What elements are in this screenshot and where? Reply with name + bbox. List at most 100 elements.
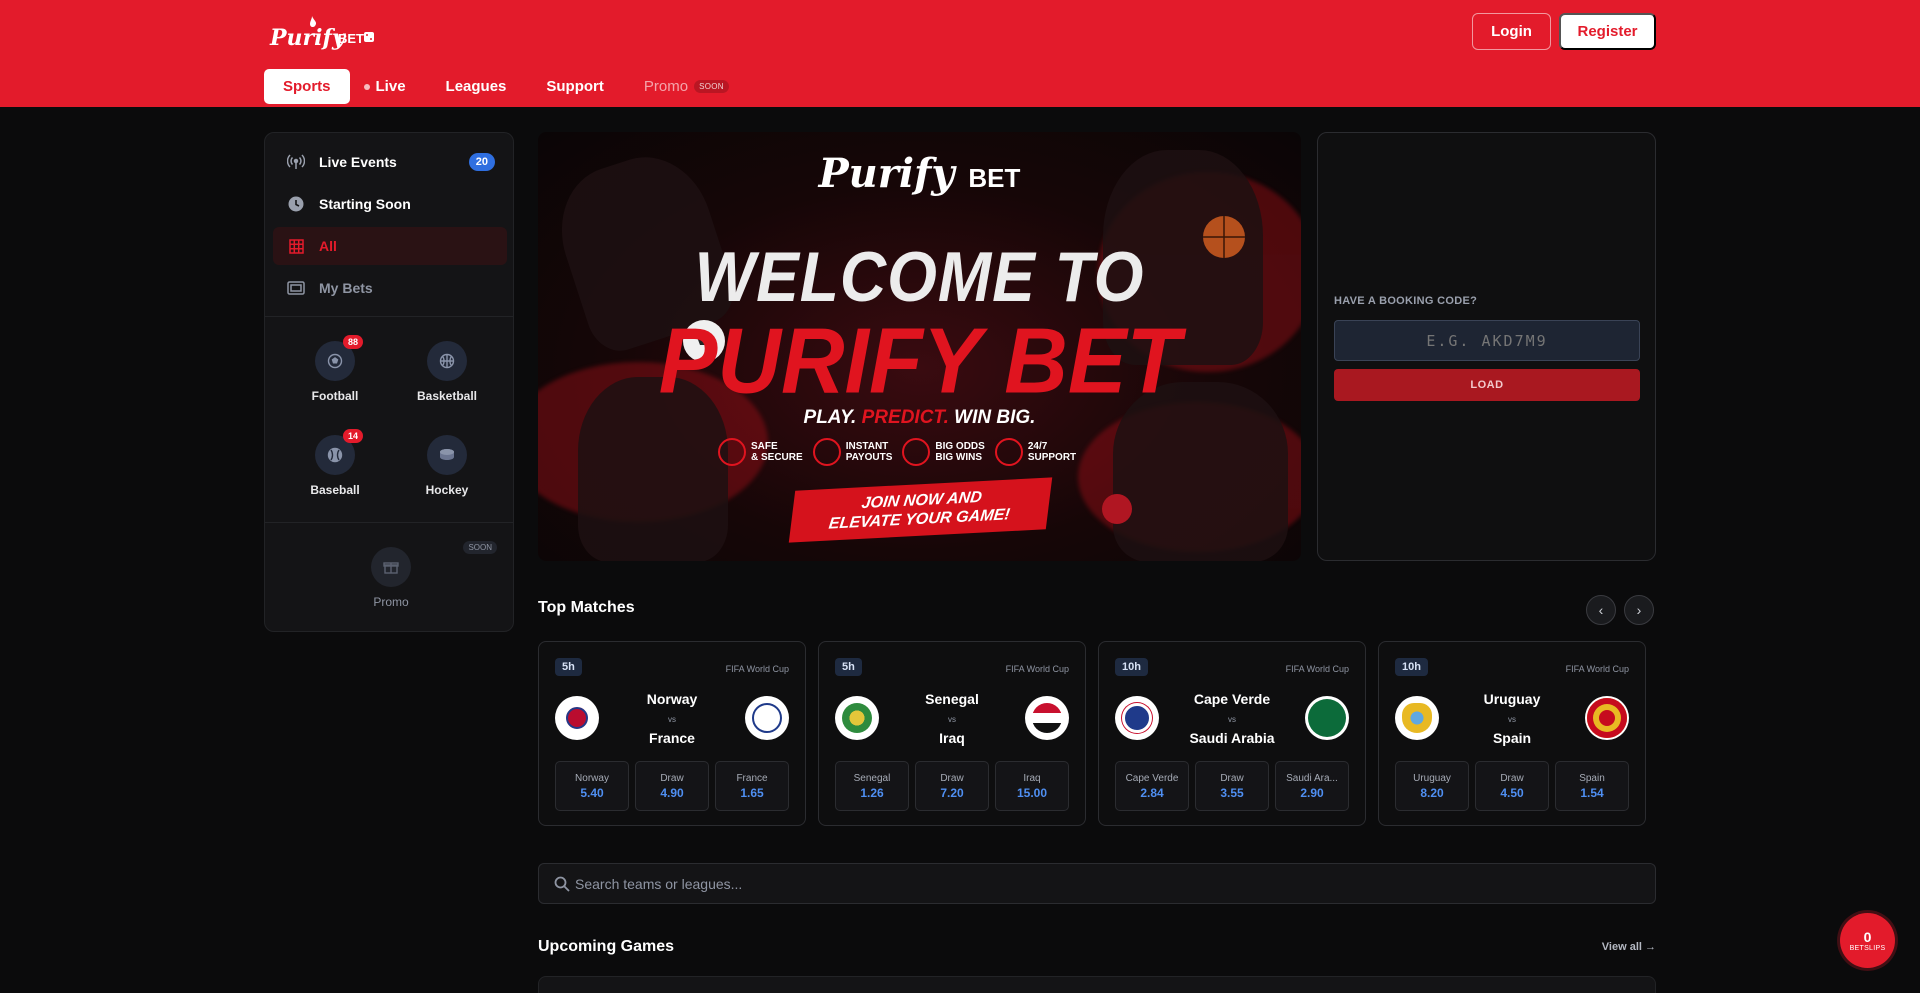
odds-label: Senegal xyxy=(853,772,891,784)
chevron-right-icon: › xyxy=(1636,602,1642,618)
banner-welcome-text: WELCOME TO xyxy=(694,237,1145,317)
odds-row: Norway 5.40 Draw 4.90 France 1.65 xyxy=(555,761,789,811)
odds-label: Saudi Ara... xyxy=(1286,772,1338,784)
odds-value: 4.90 xyxy=(660,785,684,800)
betslip-count: 0 xyxy=(1863,928,1872,945)
feature-odds: BIG ODDS BIG WINS xyxy=(902,438,985,466)
sidebar-item-label: Live Events xyxy=(319,154,397,170)
odds-label: Draw xyxy=(940,772,964,784)
match-league: FIFA World Cup xyxy=(1565,664,1629,674)
odds-label: Uruguay xyxy=(1413,772,1451,784)
match-card[interactable]: 5h FIFA World Cup Senegal vs Iraq Senega… xyxy=(818,641,1086,826)
betslip-button[interactable]: 0 BETSLIPS xyxy=(1840,913,1895,968)
odds-row: Uruguay 8.20 Draw 4.50 Spain 1.54 xyxy=(1395,761,1629,811)
odds-button[interactable]: Norway 5.40 xyxy=(555,761,629,811)
away-team: Spain xyxy=(1492,730,1532,746)
match-card[interactable]: 10h FIFA World Cup Cape Verde vs Saudi A… xyxy=(1098,641,1366,826)
odds-button[interactable]: Spain 1.54 xyxy=(1555,761,1629,811)
sport-promo[interactable]: Promo xyxy=(341,547,441,609)
search-icon xyxy=(554,876,570,892)
nav-leagues[interactable]: Leagues xyxy=(425,69,526,104)
grid-icon xyxy=(287,237,305,255)
odds-label: France xyxy=(736,772,768,784)
odds-label: Draw xyxy=(660,772,684,784)
match-league: FIFA World Cup xyxy=(725,664,789,674)
away-team: Saudi Arabia xyxy=(1189,730,1275,746)
odds-button[interactable]: France 1.65 xyxy=(715,761,789,811)
away-team: Iraq xyxy=(939,730,965,746)
cricket-ball-icon xyxy=(1102,494,1132,524)
top-header: Purify BET Login Register Sports Live Le… xyxy=(0,0,1920,107)
banner-brand-text: PURIFY BET xyxy=(658,308,1181,413)
upcoming-games-title: Upcoming Games xyxy=(538,938,675,955)
search-input[interactable] xyxy=(575,864,1635,903)
odds-button[interactable]: Cape Verde 2.84 xyxy=(1115,761,1189,811)
match-card[interactable]: 10h FIFA World Cup Uruguay vs Spain Urug… xyxy=(1378,641,1646,826)
match-time-badge: 10h xyxy=(1115,658,1148,676)
odds-button[interactable]: Senegal 1.26 xyxy=(835,761,909,811)
nav-label: Promo xyxy=(643,78,689,95)
feature-line: INSTANT xyxy=(845,441,889,452)
sport-baseball[interactable]: 14 Baseball xyxy=(285,429,385,497)
odds-button[interactable]: Draw 3.55 xyxy=(1195,761,1269,811)
sport-basketball[interactable]: Basketball xyxy=(397,341,497,403)
odds-value: 4.50 xyxy=(1500,785,1524,800)
odds-value: 2.90 xyxy=(1300,785,1324,800)
odds-button[interactable]: Saudi Ara... 2.90 xyxy=(1275,761,1349,811)
nav-live[interactable]: Live xyxy=(350,69,425,104)
nav-label: Sports xyxy=(283,78,331,95)
odds-button[interactable]: Draw 7.20 xyxy=(915,761,989,811)
sidebar-item-my-bets[interactable]: My Bets xyxy=(273,269,507,307)
sport-label: Baseball xyxy=(310,483,360,497)
banner-features: SAFE & SECURE INSTANT PAYOUTS BIG ODDS BIG … xyxy=(718,438,1076,466)
nav-label: Support xyxy=(546,78,604,95)
sport-label: Football xyxy=(311,389,359,403)
register-button[interactable]: Register xyxy=(1559,13,1656,50)
banner-cta-button[interactable]: JOIN NOW AND ELEVATE YOUR GAME! xyxy=(788,477,1053,543)
nav-support[interactable]: Support xyxy=(525,69,623,104)
search-bar xyxy=(538,863,1656,904)
carousel-prev-button[interactable]: ‹ xyxy=(1586,595,1616,625)
sport-football[interactable]: 88 Football xyxy=(285,335,385,403)
odds-button[interactable]: Draw 4.90 xyxy=(635,761,709,811)
football-icon: 88 xyxy=(315,335,363,381)
football-count-badge: 88 xyxy=(342,335,363,349)
odds-button[interactable]: Iraq 15.00 xyxy=(995,761,1069,811)
promo-soon-badge: SOON xyxy=(463,541,497,554)
view-all-link[interactable]: View all → xyxy=(1602,941,1656,953)
carousel-next-button[interactable]: › xyxy=(1624,595,1654,625)
promo-banner[interactable]: Purify BET WELCOME TO PURIFY BET PLAY. P… xyxy=(538,132,1301,561)
sidebar-item-all[interactable]: All xyxy=(273,227,507,265)
ticket-icon xyxy=(287,279,305,297)
away-team: France xyxy=(649,730,695,746)
sidebar-item-starting-soon[interactable]: Starting Soon xyxy=(273,185,507,223)
feature-line: BIG ODDS xyxy=(935,441,985,452)
brand-logo[interactable]: Purify BET xyxy=(268,12,378,52)
upcoming-games-list xyxy=(538,976,1656,993)
odds-value: 8.20 xyxy=(1420,785,1444,800)
match-card[interactable]: 5h FIFA World Cup Norway vs France Norwa… xyxy=(538,641,806,826)
feature-line: SAFE xyxy=(751,441,778,452)
nav-label: Live xyxy=(375,78,406,95)
nav-sports[interactable]: Sports xyxy=(264,69,350,104)
divider xyxy=(265,316,513,317)
odds-button[interactable]: Draw 4.50 xyxy=(1475,761,1549,811)
feature-safe: SAFE & SECURE xyxy=(718,438,803,466)
tagline-predict: PREDICT. xyxy=(861,407,949,428)
sport-hockey[interactable]: Hockey xyxy=(397,435,497,497)
vs-label: vs xyxy=(948,715,956,724)
top-matches-title: Top Matches xyxy=(538,599,635,616)
odds-button[interactable]: Uruguay 8.20 xyxy=(1395,761,1469,811)
booking-code-input[interactable] xyxy=(1334,320,1640,361)
match-time-badge: 5h xyxy=(835,658,862,676)
odds-value: 1.54 xyxy=(1580,785,1604,800)
live-count-badge: 20 xyxy=(468,153,495,171)
baseball-count-badge: 14 xyxy=(342,429,363,443)
nav-promo[interactable]: Promo SOON xyxy=(623,69,748,104)
banner-logo: Purify BET xyxy=(538,150,1301,197)
sidebar-item-live-events[interactable]: Live Events 20 xyxy=(273,143,507,181)
booking-code-label: HAVE A BOOKING CODE? xyxy=(1334,295,1478,307)
login-button[interactable]: Login xyxy=(1472,13,1551,50)
cta-line: ELEVATE YOUR GAME! xyxy=(827,506,1011,533)
load-button[interactable]: LOAD xyxy=(1334,369,1640,401)
